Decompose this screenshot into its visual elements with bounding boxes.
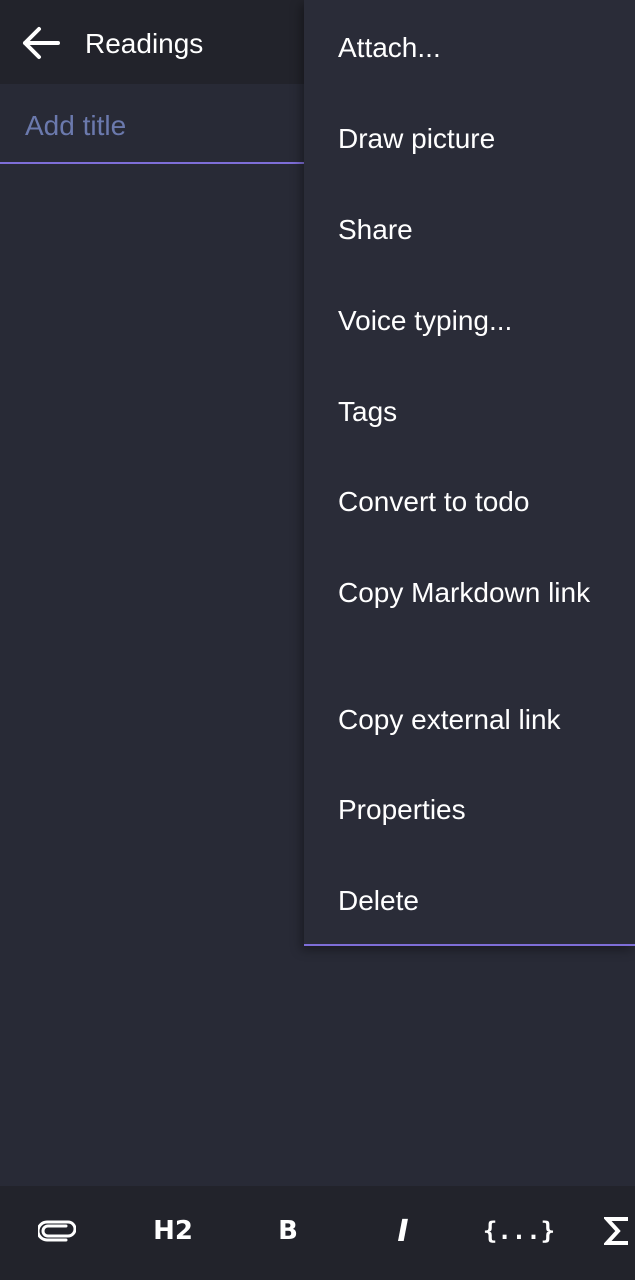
note-title-field [0,86,304,164]
menu-item-tags[interactable]: Tags [304,394,635,429]
menu-item-copy-external-link[interactable]: Copy external link [304,702,635,737]
code-button[interactable]: {...} [483,1206,555,1256]
math-button[interactable] [604,1206,635,1256]
bold-button[interactable]: B [258,1206,318,1256]
note-title-input[interactable] [25,106,295,146]
back-button[interactable] [18,20,64,66]
menu-item-properties[interactable]: Properties [304,792,635,827]
menu-item-copy-markdown-link[interactable]: Copy Markdown link [304,575,635,610]
menu-item-delete[interactable]: Delete [304,883,635,918]
attach-button[interactable] [27,1206,87,1256]
arrow-left-icon [23,27,60,59]
italic-button[interactable]: I [373,1206,433,1256]
menu-item-convert-to-todo[interactable]: Convert to todo [304,484,635,519]
note-editor-screen: Readings Attach... Draw picture Share Vo… [0,0,635,1280]
heading-button[interactable]: H2 [143,1206,203,1256]
paperclip-icon [38,1220,76,1242]
markdown-toolbar: H2 B I {...} [0,1186,635,1280]
menu-item-voice-typing[interactable]: Voice typing... [304,303,635,338]
header-title: Readings [85,28,204,59]
menu-item-draw-picture[interactable]: Draw picture [304,121,635,156]
overflow-menu: Attach... Draw picture Share Voice typin… [304,0,635,946]
menu-item-attach[interactable]: Attach... [304,30,635,65]
menu-item-share[interactable]: Share [304,212,635,247]
sigma-icon [604,1217,628,1245]
